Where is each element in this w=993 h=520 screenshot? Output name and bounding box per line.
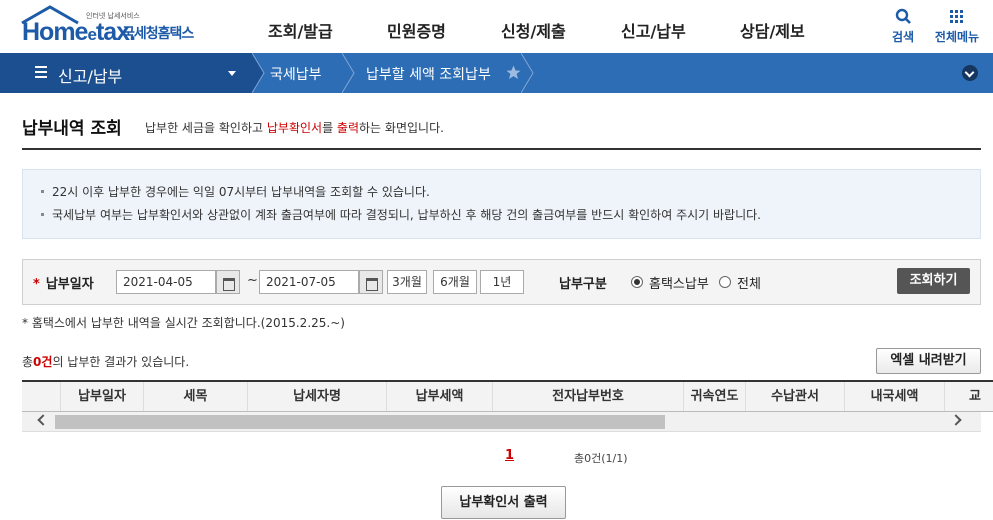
caret-down-icon [228, 71, 236, 76]
excel-download-button[interactable]: 엑셀 내려받기 [876, 348, 981, 374]
notice-box: 22시 이후 납부한 경우에는 익일 07시부터 납부내역을 조회할 수 있습니… [22, 169, 981, 239]
search-label: 검색 [891, 30, 915, 44]
hamburger-icon [35, 66, 47, 78]
top-header: 인터넷 납세서비스 Homeetax. 국세청홈택스 조회/발급 민원증명 신청… [0, 0, 993, 53]
pager-total: 총0건(1/1) [574, 452, 628, 465]
horizontal-scrollbar[interactable] [22, 412, 981, 432]
date-range-tilde: ~ [247, 273, 258, 288]
date-from-input[interactable]: 2021-04-05 [116, 270, 216, 294]
radio-all[interactable] [719, 276, 731, 288]
period-1-year-button[interactable]: 1년 [480, 270, 524, 294]
query-button[interactable]: 조회하기 [897, 268, 970, 294]
page-title: 납부내역 조회 [22, 119, 122, 139]
nav-report-pay[interactable]: 신고/납부 [621, 18, 686, 42]
page-number-current[interactable]: 1 [505, 448, 514, 463]
breadcrumb-payable-tax[interactable]: 납부할 세액 조회납부 [366, 64, 491, 84]
period-3-months-button[interactable]: 3개월 [387, 270, 427, 294]
column-header-domestic-tax[interactable]: 내국세액 [845, 382, 945, 411]
notice-item: 국세납부 여부는 납부확인서와 상관없이 계좌 출금여부에 따라 결정되니, 납… [41, 206, 761, 223]
page-description: 납부한 세금을 확인하고 납부확인서를 출력하는 화면입니다. [145, 121, 444, 135]
period-6-months-button[interactable]: 6개월 [433, 270, 477, 294]
all-menu-label: 전체메뉴 [934, 30, 980, 44]
result-count: 총0건의 납부한 결과가 있습니다. [22, 355, 190, 369]
print-confirmation-button[interactable]: 납부확인서 출력 [441, 486, 566, 519]
calendar-icon[interactable] [216, 270, 240, 294]
column-header-e-payment-number[interactable]: 전자납부번호 [493, 382, 684, 411]
breadcrumb-chevron-icon [521, 53, 534, 93]
nav-consult-report[interactable]: 상담/제보 [740, 18, 805, 42]
scroll-thumb[interactable] [55, 415, 665, 429]
radio-all-label[interactable]: 전체 [737, 273, 761, 292]
column-header-education-tax[interactable]: 교 [945, 382, 993, 411]
hometax-logo[interactable]: 인터넷 납세서비스 Homeetax. 국세청홈택스 [20, 5, 205, 47]
breadcrumb-tax-payment[interactable]: 국세납부 [270, 64, 322, 84]
date-to-input[interactable]: 2021-07-05 [259, 270, 359, 294]
breadcrumb-chevron-icon [342, 53, 355, 93]
scroll-left-icon[interactable] [37, 414, 49, 426]
grid-menu-icon [950, 10, 963, 23]
nav-civil-certificate[interactable]: 민원증명 [387, 18, 446, 42]
logo-wordmark: Homeetax. [22, 18, 136, 46]
realtime-note: * 홈택스에서 납부한 내역을 실시간 조회합니다.(2015.2.25.~) [22, 316, 345, 330]
result-table-header: 납부일자 세목 납세자명 납부세액 전자납부번호 귀속연도 수납관서 내국세액 … [22, 380, 993, 412]
scroll-right-icon[interactable] [950, 414, 962, 426]
column-header-attribution-year[interactable]: 귀속연도 [684, 382, 746, 411]
radio-hometax-payment[interactable] [631, 276, 643, 288]
radio-hometax-payment-label[interactable]: 홈택스납부 [649, 273, 709, 292]
notice-item: 22시 이후 납부한 경우에는 익일 07시부터 납부내역을 조회할 수 있습니… [41, 183, 430, 200]
column-header-taxpayer-name[interactable]: 납세자명 [248, 382, 387, 411]
location-bar: 신고/납부 국세납부 납부할 세액 조회납부 [0, 53, 993, 93]
expand-toggle-icon[interactable] [962, 65, 978, 81]
breadcrumb-chevron-icon [252, 53, 265, 93]
column-header-receiving-office[interactable]: 수납관서 [746, 382, 845, 411]
section-menu-dropdown[interactable]: 신고/납부 [0, 53, 252, 93]
payment-type-label: 납부구분 [559, 277, 607, 292]
nav-apply-submit[interactable]: 신청/제출 [501, 18, 566, 42]
payment-date-label: * 납부일자 [33, 277, 94, 292]
column-header-tax-item[interactable]: 세목 [144, 382, 248, 411]
search-icon [895, 8, 911, 24]
favorite-star-icon[interactable] [506, 65, 521, 80]
nav-inquiry-issue[interactable]: 조회/발급 [268, 18, 333, 42]
column-header-payment-date[interactable]: 납부일자 [61, 382, 144, 411]
logo-korean-name: 국세청홈택스 [122, 26, 194, 42]
all-menu-button[interactable]: 전체메뉴 [932, 8, 982, 45]
calendar-icon[interactable] [359, 270, 383, 294]
search-button[interactable]: 검색 [878, 8, 928, 45]
search-conditions: * 납부일자 2021-04-05 ~ 2021-07-05 3개월 6개월 1년… [22, 259, 981, 305]
column-header-payment-amount[interactable]: 납부세액 [387, 382, 493, 411]
column-header-check [22, 382, 61, 411]
title-divider [22, 148, 981, 150]
section-menu-label: 신고/납부 [58, 67, 123, 86]
